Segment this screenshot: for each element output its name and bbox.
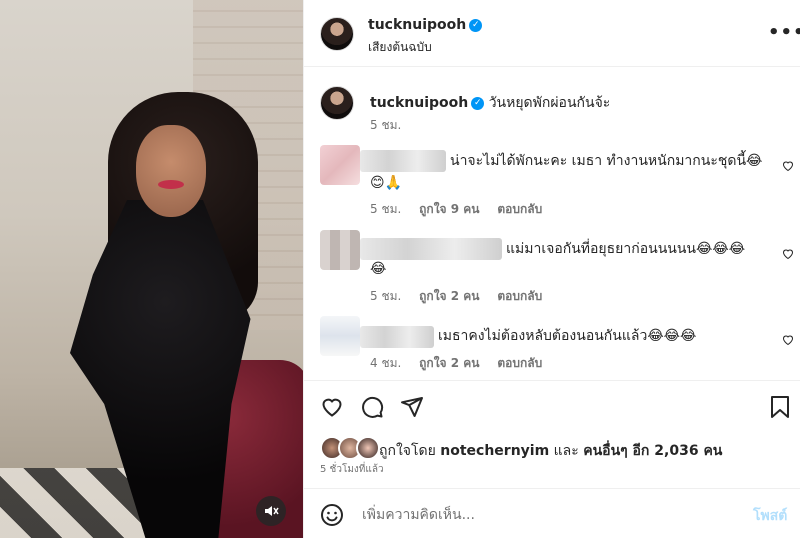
comment-text: แม่มาเจอกันที่อยุธยาก่อนนนนน😂😂😂 bbox=[506, 241, 746, 257]
liker-username[interactable]: notechernyim bbox=[440, 443, 549, 459]
comment-username-blurred[interactable] bbox=[360, 238, 502, 260]
heart-icon[interactable] bbox=[782, 248, 794, 260]
likes-middle: และ bbox=[553, 443, 579, 459]
bookmark-icon[interactable] bbox=[769, 395, 791, 419]
post-details-panel: tucknuipooh✓ เสียงต้นฉบับ ••• tucknuipoo… bbox=[303, 0, 800, 538]
comment-text-cont: 😂 bbox=[370, 261, 387, 277]
comment-username-blurred[interactable] bbox=[360, 326, 434, 348]
caption-text: วันหยุดพักผ่อนกันจ้ะ bbox=[488, 95, 611, 111]
heart-icon[interactable] bbox=[782, 160, 794, 172]
liker-avatar bbox=[356, 436, 380, 460]
comment-bubble-icon[interactable] bbox=[360, 395, 384, 419]
comment-likes[interactable]: ถูกใจ 9 คน bbox=[419, 202, 479, 216]
reply-button[interactable]: ตอบกลับ bbox=[497, 289, 542, 303]
comment-avatar[interactable] bbox=[320, 230, 360, 270]
post-header: tucknuipooh✓ เสียงต้นฉบับ ••• bbox=[304, 0, 800, 67]
caption-username[interactable]: tucknuipooh bbox=[370, 95, 468, 111]
comment-meta: 5 ชม. ถูกใจ 9 คน ตอบกลับ bbox=[370, 200, 556, 219]
likes-others-count[interactable]: คนอื่นๆ อีก 2,036 คน bbox=[583, 443, 722, 459]
caption-time: 5 ชม. bbox=[370, 118, 402, 132]
author-username[interactable]: tucknuipooh ✓ bbox=[368, 17, 483, 33]
comment-text: น่าจะไม่ได้พักนะคะ เมธา ทำงานหนักมากนะชุ… bbox=[450, 153, 763, 169]
caption: tucknuipooh ✓ วันหยุดพักผ่อนกันจ้ะ bbox=[370, 92, 610, 114]
action-bar bbox=[304, 380, 800, 433]
heart-icon[interactable] bbox=[782, 334, 794, 346]
speaker-muted-icon bbox=[265, 506, 279, 516]
liker-avatars[interactable] bbox=[320, 436, 380, 460]
comment-text-cont: 😊🙏 bbox=[370, 175, 403, 191]
comment-meta: 5 ชม. ถูกใจ 2 คน ตอบกลับ bbox=[370, 287, 556, 306]
comment-meta: 4 ชม. ถูกใจ 2 คน ตอบกลับ bbox=[370, 354, 556, 373]
comment-input[interactable] bbox=[360, 503, 744, 527]
comment-avatar[interactable] bbox=[320, 316, 360, 356]
comment-time: 5 ชม. bbox=[370, 202, 402, 216]
post-timestamp[interactable]: 5 ชั่วโมงที่แล้ว bbox=[320, 462, 384, 477]
author-username-text[interactable]: tucknuipooh bbox=[368, 17, 466, 33]
comment-likes[interactable]: ถูกใจ 2 คน bbox=[419, 289, 479, 303]
author-avatar[interactable] bbox=[320, 17, 354, 51]
comment-username-blurred[interactable] bbox=[360, 150, 446, 172]
comment-likes[interactable]: ถูกใจ 2 คน bbox=[419, 356, 479, 370]
verified-badge-icon: ✓ bbox=[471, 96, 485, 110]
comment-time: 5 ชม. bbox=[370, 289, 402, 303]
mute-button[interactable] bbox=[256, 496, 286, 526]
woman-lips bbox=[158, 180, 184, 189]
comment-time: 4 ชม. bbox=[370, 356, 402, 370]
audio-label[interactable]: เสียงต้นฉบับ bbox=[368, 38, 432, 57]
comments-fade bbox=[304, 372, 800, 380]
likes-prefix: ถูกใจโดย bbox=[379, 443, 436, 459]
like-heart-icon[interactable] bbox=[320, 395, 344, 419]
likes-summary: ถูกใจโดย notechernyim และ คนอื่นๆ อีก 2,… bbox=[379, 440, 722, 462]
share-send-icon[interactable] bbox=[400, 395, 424, 419]
more-options-button[interactable]: ••• bbox=[768, 22, 800, 43]
post-media[interactable] bbox=[0, 0, 303, 538]
comment-avatar[interactable] bbox=[320, 145, 360, 185]
reply-button[interactable]: ตอบกลับ bbox=[497, 202, 542, 216]
comment-box: โพสต์ bbox=[304, 488, 800, 539]
reply-button[interactable]: ตอบกลับ bbox=[497, 356, 542, 370]
comment-text: เมธาคงไม่ต้องหลับต้องนอนกันแล้ว😂😂😂 bbox=[438, 328, 697, 344]
caption-avatar[interactable] bbox=[320, 86, 354, 120]
post-comment-button[interactable]: โพสต์ bbox=[753, 505, 787, 527]
woman-face bbox=[136, 125, 206, 217]
emoji-icon[interactable] bbox=[320, 503, 344, 527]
verified-badge-icon: ✓ bbox=[469, 18, 483, 32]
